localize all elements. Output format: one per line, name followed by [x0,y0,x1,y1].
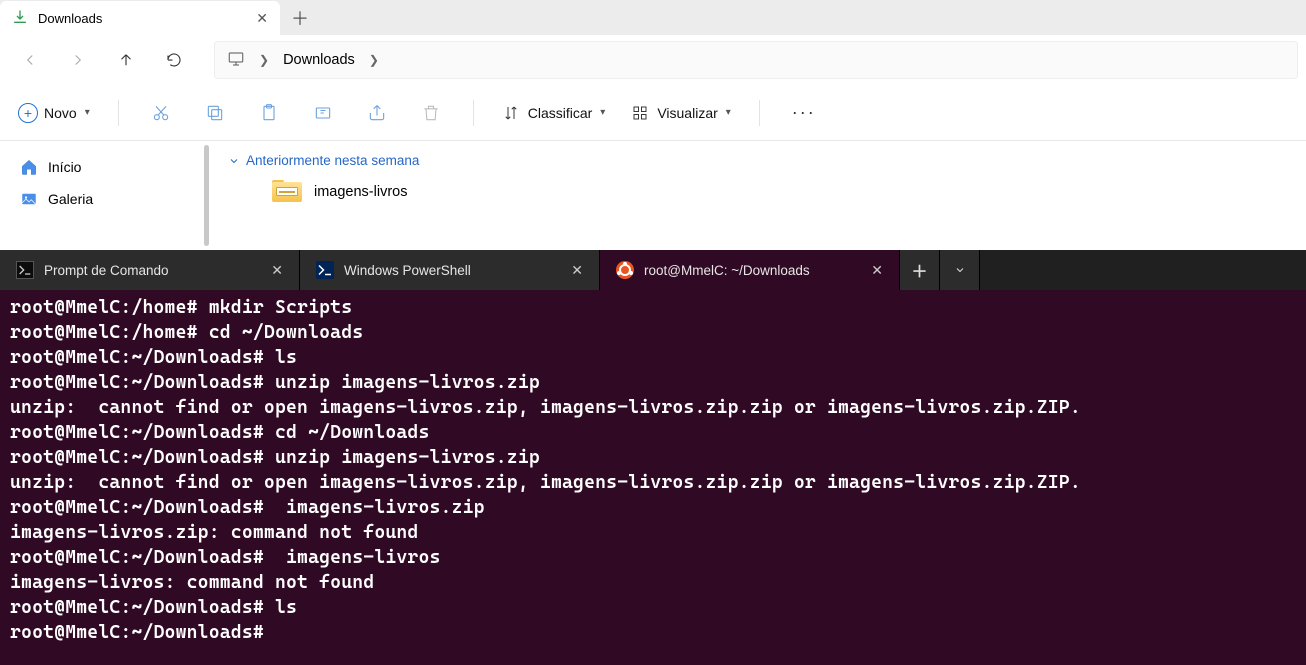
computer-icon [227,50,245,71]
sidebar-item-label: Galeria [48,191,93,207]
terminal-tabbar: Prompt de Comando ✕ Windows PowerShell ✕… [0,250,1306,290]
terminal-tab-title: root@MmelC: ~/Downloads [644,263,810,278]
cmd-icon [16,261,34,279]
nav-refresh-button[interactable] [152,40,196,80]
nav-back-button[interactable] [8,40,52,80]
address-bar[interactable]: ❯ Downloads ❯ [214,41,1298,79]
close-icon[interactable]: ✕ [571,262,583,279]
download-icon [12,9,28,28]
terminal-tab-cmd[interactable]: Prompt de Comando ✕ [0,250,300,290]
chevron-right-icon[interactable]: ❯ [369,53,379,67]
terminal-window: Prompt de Comando ✕ Windows PowerShell ✕… [0,250,1306,665]
view-label: Visualizar [657,105,717,121]
chevron-down-icon: ▾ [600,107,605,118]
terminal-output[interactable]: root@MmelC:/home# mkdir Scripts root@Mme… [0,290,1306,652]
chevron-down-icon: ▾ [85,107,90,118]
close-icon[interactable]: ✕ [256,11,268,25]
file-explorer: Downloads ✕ ＋ ❯ Downloads ❯ + Novo ▾ [0,0,1306,250]
more-button[interactable]: ··· [778,96,830,129]
terminal-tab-powershell[interactable]: Windows PowerShell ✕ [300,250,600,290]
explorer-tab-title: Downloads [38,11,246,26]
explorer-sidebar: Início Galeria [0,141,210,250]
breadcrumb-segment[interactable]: Downloads [283,52,355,68]
new-button-label: Novo [44,105,77,121]
explorer-tabbar: Downloads ✕ ＋ [0,0,1306,35]
nav-forward-button[interactable] [56,40,100,80]
sidebar-item-home[interactable]: Início [6,151,203,183]
close-icon[interactable]: ✕ [871,262,883,279]
separator [118,100,119,126]
folder-item[interactable]: imagens-livros [228,176,1288,208]
sidebar-item-gallery[interactable]: Galeria [6,183,203,215]
explorer-tab-downloads[interactable]: Downloads ✕ [0,1,280,35]
folder-item-name: imagens-livros [314,184,407,200]
close-icon[interactable]: ✕ [271,262,283,279]
terminal-tab-ubuntu[interactable]: root@MmelC: ~/Downloads ✕ [600,250,900,290]
sidebar-item-label: Início [48,159,81,175]
chevron-right-icon[interactable]: ❯ [259,53,269,67]
explorer-content[interactable]: Anteriormente nesta semana imagens-livro… [210,141,1306,250]
sort-button[interactable]: Classificar ▾ [492,98,616,128]
explorer-navbar: ❯ Downloads ❯ [0,35,1306,85]
plus-circle-icon: + [18,103,38,123]
explorer-body: Início Galeria Anteriormente nesta seman… [0,141,1306,250]
separator [473,100,474,126]
view-button[interactable]: Visualizar ▾ [621,98,740,128]
terminal-tab-dropdown-button[interactable] [940,250,980,290]
copy-button[interactable] [191,93,239,133]
explorer-toolbar: + Novo ▾ Classificar ▾ Visualizar ▾ ··· [0,85,1306,141]
ubuntu-icon [616,261,634,279]
nav-up-button[interactable] [104,40,148,80]
folder-zip-icon [272,180,302,204]
cut-button[interactable] [137,93,185,133]
group-header-label: Anteriormente nesta semana [246,153,419,168]
separator [759,100,760,126]
terminal-tab-controls: ＋ [900,250,980,290]
sort-label: Classificar [528,105,593,121]
new-terminal-tab-button[interactable]: ＋ [900,250,940,290]
new-button[interactable]: + Novo ▾ [8,97,100,129]
delete-button[interactable] [407,93,455,133]
terminal-tab-title: Windows PowerShell [344,263,471,278]
terminal-tab-title: Prompt de Comando [44,263,169,278]
new-tab-button[interactable]: ＋ [280,1,320,35]
chevron-down-icon: ▾ [726,107,731,118]
rename-button[interactable] [299,93,347,133]
paste-button[interactable] [245,93,293,133]
powershell-icon [316,261,334,279]
share-button[interactable] [353,93,401,133]
group-header[interactable]: Anteriormente nesta semana [228,149,1288,176]
